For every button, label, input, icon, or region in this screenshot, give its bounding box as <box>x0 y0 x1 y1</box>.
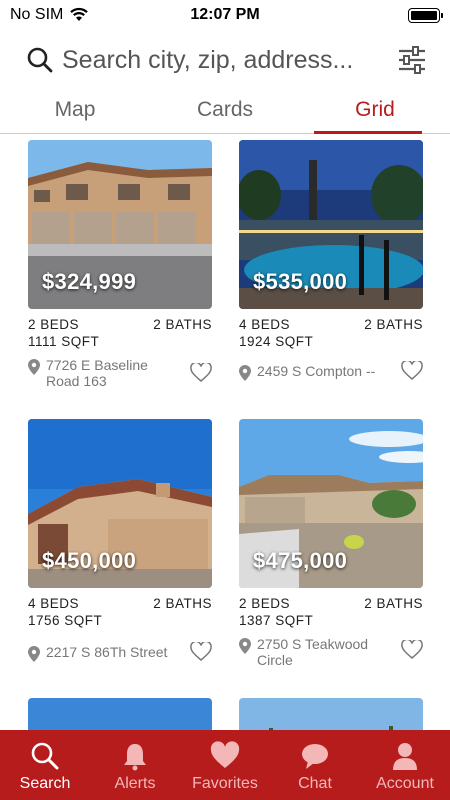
beds-count: 4 BEDS <box>239 317 291 332</box>
tab-cards[interactable]: Cards <box>150 92 300 133</box>
view-tabs: Map Cards Grid <box>0 92 450 134</box>
listing-price: $535,000 <box>253 269 348 294</box>
chat-bubble-icon <box>302 744 328 769</box>
clock: 12:07 PM <box>190 6 260 23</box>
beds-count: 2 BEDS <box>239 596 291 611</box>
person-icon <box>393 743 417 770</box>
search-icon <box>27 47 53 73</box>
nav-favorites[interactable]: Favorites <box>180 730 270 800</box>
favorite-heart-icon[interactable] <box>401 640 423 660</box>
bottom-nav: Search Alerts Favorites Chat Account <box>0 730 450 800</box>
nav-account[interactable]: Account <box>360 730 450 800</box>
sqft-value: 1387 SQFT <box>239 613 314 628</box>
listing-card[interactable]: $475,000 2 BEDS 2 BATHS 1387 SQFT 2750 S… <box>239 419 423 668</box>
listing-photo[interactable]: $324,999 <box>28 140 212 309</box>
status-bar: No SIM 12:07 PM <box>0 0 450 30</box>
listing-facts: 4 BEDS 2 BATHS <box>28 596 212 611</box>
search-bar <box>0 38 450 82</box>
address-row: 2217 S 86Th Street <box>28 642 212 662</box>
wifi-icon <box>70 7 89 21</box>
listing-price: $475,000 <box>253 548 348 573</box>
bell-icon <box>124 744 146 771</box>
listing-card[interactable] <box>28 698 212 730</box>
sqft-value: 1924 SQFT <box>239 334 314 349</box>
filter-sliders-icon[interactable] <box>396 44 428 76</box>
beds-count: 2 BEDS <box>28 317 80 332</box>
location-pin-icon <box>28 646 40 662</box>
listing-photo-image <box>239 698 423 730</box>
tab-map[interactable]: Map <box>0 92 150 133</box>
listing-address: 2750 S Teakwood Circle <box>257 636 369 668</box>
nav-alerts[interactable]: Alerts <box>90 730 180 800</box>
baths-count: 2 BATHS <box>153 596 212 611</box>
battery-icon <box>408 7 443 23</box>
location-pin-icon <box>239 638 251 654</box>
address-row: 7726 E Baseline Road 163 <box>28 357 212 389</box>
sqft-value: 1756 SQFT <box>28 613 103 628</box>
listing-price: $324,999 <box>42 269 137 294</box>
address-row: 2459 S Compton -- <box>239 361 423 381</box>
listing-facts: 2 BEDS 2 BATHS <box>28 317 212 332</box>
address-row: 2750 S Teakwood Circle <box>239 636 423 668</box>
listing-facts: 2 BEDS 2 BATHS <box>239 596 423 611</box>
listing-card[interactable] <box>239 698 423 730</box>
listing-card[interactable]: $450,000 4 BEDS 2 BATHS 1756 SQFT 2217 S… <box>28 419 212 662</box>
listing-facts: 4 BEDS 2 BATHS <box>239 317 423 332</box>
listing-photo[interactable]: $450,000 <box>28 419 212 588</box>
location-pin-icon <box>239 365 251 381</box>
favorite-heart-icon[interactable] <box>401 361 423 381</box>
favorite-heart-icon[interactable] <box>190 363 212 383</box>
tab-grid[interactable]: Grid <box>300 92 450 134</box>
listing-photo-image <box>28 698 212 730</box>
listing-address: 7726 E Baseline Road 163 <box>46 357 148 389</box>
status-right <box>290 7 443 23</box>
beds-count: 4 BEDS <box>28 596 80 611</box>
listing-grid: $324,999 2 BEDS 2 BATHS 1111 SQFT 7726 E… <box>0 140 450 730</box>
listing-price: $450,000 <box>42 548 137 573</box>
nav-chat[interactable]: Chat <box>270 730 360 800</box>
nav-label: Chat <box>298 775 332 792</box>
heart-icon <box>210 741 240 768</box>
listing-photo[interactable] <box>28 698 212 730</box>
nav-label: Search <box>19 775 71 792</box>
listing-card[interactable]: $324,999 2 BEDS 2 BATHS 1111 SQFT 7726 E… <box>28 140 212 389</box>
listing-card[interactable]: $535,000 4 BEDS 2 BATHS 1924 SQFT 2459 S… <box>239 140 423 381</box>
baths-count: 2 BATHS <box>364 596 423 611</box>
search-icon <box>31 742 59 770</box>
listing-photo[interactable] <box>239 698 423 730</box>
nav-search[interactable]: Search <box>0 730 90 800</box>
carrier-label: No SIM <box>10 6 64 23</box>
baths-count: 2 BATHS <box>153 317 212 332</box>
nav-label: Favorites <box>192 775 258 792</box>
baths-count: 2 BATHS <box>364 317 423 332</box>
favorite-heart-icon[interactable] <box>190 642 212 662</box>
search-input[interactable] <box>62 45 386 75</box>
listing-photo[interactable]: $475,000 <box>239 419 423 588</box>
status-left: No SIM <box>10 6 160 24</box>
nav-label: Alerts <box>114 775 156 792</box>
listing-address: 2459 S Compton -- <box>257 363 376 379</box>
listing-address: 2217 S 86Th Street <box>46 644 168 660</box>
nav-label: Account <box>376 775 434 792</box>
sqft-value: 1111 SQFT <box>28 334 100 349</box>
listing-photo[interactable]: $535,000 <box>239 140 423 309</box>
location-pin-icon <box>28 359 40 375</box>
